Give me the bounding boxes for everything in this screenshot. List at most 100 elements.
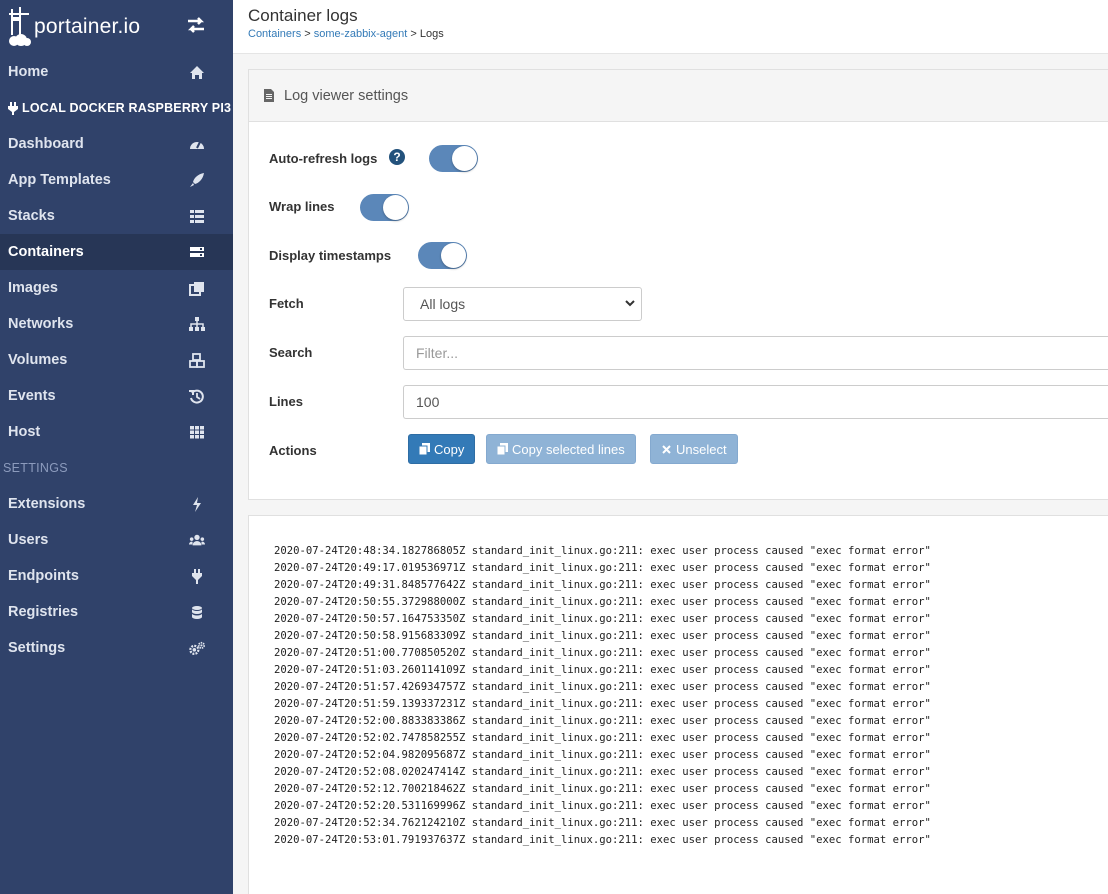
rocket-icon: [190, 173, 204, 187]
times-icon: [662, 445, 671, 454]
log-line[interactable]: 2020-07-24T20:51:57.426934757Z standard_…: [274, 679, 931, 696]
sidebar-item-networks[interactable]: Networks: [0, 306, 233, 342]
toggle-knob: [383, 195, 408, 220]
sidebar-item-label: Containers: [8, 244, 84, 260]
display-timestamps-label: Display timestamps: [269, 248, 392, 263]
sidebar-item-label: Networks: [8, 316, 74, 332]
log-line[interactable]: 2020-07-24T20:49:17.019536971Z standard_…: [274, 560, 931, 577]
th-icon: [190, 426, 204, 439]
sidebar-item-label: Endpoints: [8, 568, 79, 584]
display-timestamps-toggle[interactable]: [418, 242, 467, 269]
file-text-icon: [264, 89, 274, 102]
log-line[interactable]: 2020-07-24T20:53:01.791937637Z standard_…: [274, 832, 931, 849]
server-icon: [190, 247, 204, 257]
sidebar-item-extensions[interactable]: Extensions: [0, 486, 233, 522]
sidebar: portainer.io Home LOCAL DOCKER RASPBERRY…: [0, 0, 233, 894]
home-icon: [190, 66, 204, 79]
sidebar-item-label: Dashboard: [8, 136, 84, 152]
question-circle-icon[interactable]: ?: [389, 149, 405, 165]
log-line[interactable]: 2020-07-24T20:50:57.164753350Z standard_…: [274, 611, 931, 628]
panel-header: Log viewer settings: [249, 70, 1108, 122]
sidebar-item-containers[interactable]: Containers: [0, 234, 233, 270]
copy-selected-lines-button[interactable]: Copy selected lines: [486, 434, 636, 464]
page-title: Container logs: [248, 6, 358, 25]
wrap-lines-toggle[interactable]: [360, 194, 409, 221]
users-icon: [189, 534, 205, 546]
copy-icon: [419, 443, 430, 455]
toggle-knob: [452, 146, 477, 171]
sidebar-item-images[interactable]: Images: [0, 270, 233, 306]
log-line[interactable]: 2020-07-24T20:52:04.982095687Z standard_…: [274, 747, 931, 764]
fetch-label: Fetch: [269, 296, 304, 311]
log-line[interactable]: 2020-07-24T20:52:20.531169996Z standard_…: [274, 798, 931, 815]
fetch-select-value: All logs: [420, 296, 466, 312]
endpoint-label: LOCAL DOCKER RASPBERRY PI3: [0, 90, 233, 126]
search-label: Search: [269, 345, 313, 360]
sidebar-item-label: Images: [8, 280, 58, 296]
log-output-panel: 2020-07-24T20:48:34.182786805Z standard_…: [248, 515, 1108, 894]
sidebar-item-app-templates[interactable]: App Templates: [0, 162, 233, 198]
sidebar-item-label: Home: [8, 64, 49, 80]
database-icon: [192, 606, 202, 619]
breadcrumb-containers-link[interactable]: Containers: [248, 28, 301, 40]
brand[interactable]: portainer.io: [0, 0, 233, 54]
sidebar-item-registries[interactable]: Registries: [0, 594, 233, 630]
lines-input[interactable]: 100: [403, 385, 1108, 419]
settings-section-title: SETTINGS: [3, 461, 68, 475]
actions-label: Actions: [269, 443, 317, 458]
log-line[interactable]: 2020-07-24T20:52:02.747858255Z standard_…: [274, 730, 931, 747]
sidebar-item-label: Registries: [8, 604, 79, 620]
sidebar-item-home[interactable]: Home: [0, 54, 233, 90]
sidebar-item-endpoints[interactable]: Endpoints: [0, 558, 233, 594]
sitemap-icon: [189, 317, 205, 331]
log-line[interactable]: 2020-07-24T20:50:58.915683309Z standard_…: [274, 628, 931, 645]
log-lines[interactable]: 2020-07-24T20:48:34.182786805Z standard_…: [274, 543, 931, 849]
breadcrumb: Containers > some-zabbix-agent > Logs: [248, 28, 444, 40]
sidebar-item-label: Users: [8, 532, 49, 548]
exchange-icon[interactable]: [185, 15, 207, 35]
log-viewer-settings-panel: Log viewer settings Auto-refresh logs ? …: [248, 69, 1108, 500]
auto-refresh-toggle[interactable]: [429, 145, 478, 172]
sidebar-item-users[interactable]: Users: [0, 522, 233, 558]
log-line[interactable]: 2020-07-24T20:52:34.762124210Z standard_…: [274, 815, 931, 832]
plug-icon: [192, 569, 202, 584]
sidebar-item-label: Volumes: [8, 352, 68, 368]
log-line[interactable]: 2020-07-24T20:52:12.700218462Z standard_…: [274, 781, 931, 798]
sidebar-item-dashboard[interactable]: Dashboard: [0, 126, 233, 162]
sidebar-item-label: Extensions: [8, 496, 86, 512]
fetch-select[interactable]: All logs: [403, 287, 642, 321]
sidebar-item-volumes[interactable]: Volumes: [0, 342, 233, 378]
unselect-button[interactable]: Unselect: [650, 434, 738, 464]
copy-button[interactable]: Copy: [408, 434, 476, 464]
sidebar-item-settings[interactable]: Settings: [0, 630, 233, 666]
search-input[interactable]: Filter...: [403, 336, 1108, 370]
page-header: Container logs Containers > some-zabbix-…: [233, 0, 1108, 54]
breadcrumb-separator: >: [304, 28, 311, 40]
log-line[interactable]: 2020-07-24T20:48:34.182786805Z standard_…: [274, 543, 931, 560]
log-line[interactable]: 2020-07-24T20:51:03.260114109Z standard_…: [274, 662, 931, 679]
panel-title: Log viewer settings: [284, 87, 409, 104]
sidebar-item-label: Settings: [8, 640, 66, 656]
endpoint-name: LOCAL DOCKER RASPBERRY PI3: [22, 101, 232, 115]
history-icon: [189, 389, 204, 404]
copy-icon: [497, 443, 508, 455]
cogs-icon: [189, 641, 205, 655]
log-line[interactable]: 2020-07-24T20:52:08.020247414Z standard_…: [274, 764, 931, 781]
breadcrumb-separator: >: [410, 28, 417, 40]
cubes-icon: [189, 353, 205, 368]
log-line[interactable]: 2020-07-24T20:49:31.848577642Z standard_…: [274, 577, 931, 594]
sidebar-item-stacks[interactable]: Stacks: [0, 198, 233, 234]
log-line[interactable]: 2020-07-24T20:51:59.139337231Z standard_…: [274, 696, 931, 713]
sidebar-item-label: Host: [8, 424, 41, 440]
sidebar-item-label: App Templates: [8, 172, 111, 188]
log-line[interactable]: 2020-07-24T20:51:00.770850520Z standard_…: [274, 645, 931, 662]
sidebar-item-events[interactable]: Events: [0, 378, 233, 414]
breadcrumb-container-link[interactable]: some-zabbix-agent: [314, 28, 408, 40]
copy-selected-lines-label: Copy selected lines: [512, 441, 625, 457]
sidebar-item-label: Stacks: [8, 208, 55, 224]
sidebar-item-label: Events: [8, 388, 56, 404]
sidebar-item-host[interactable]: Host: [0, 414, 233, 450]
log-line[interactable]: 2020-07-24T20:50:55.372988000Z standard_…: [274, 594, 931, 611]
copy-button-label: Copy: [434, 441, 465, 457]
log-line[interactable]: 2020-07-24T20:52:00.883383386Z standard_…: [274, 713, 931, 730]
